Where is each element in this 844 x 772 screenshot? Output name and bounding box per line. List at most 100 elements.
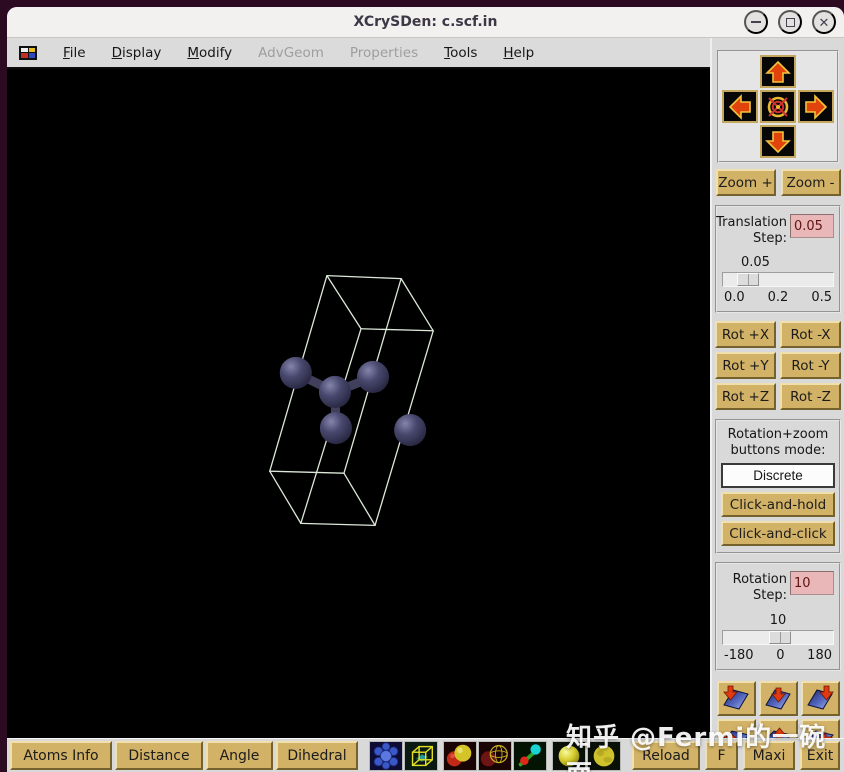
- crystal-structure-icon: [373, 741, 399, 770]
- close-button[interactable]: ✕: [812, 10, 836, 34]
- crystal-structure: [269, 274, 434, 527]
- rotation-scale-value: 10: [769, 612, 787, 628]
- rotation-slider-ticks: -180 0 180: [724, 647, 832, 663]
- reset-orientation-button[interactable]: [760, 90, 796, 123]
- rot-plus-x-button[interactable]: Rot +X: [715, 321, 776, 349]
- rot-minus-z-button[interactable]: Rot -Z: [780, 383, 841, 411]
- rot-minus-y-button[interactable]: Rot -Y: [780, 352, 841, 380]
- rotate-plane-minus-x-icon: [723, 730, 750, 738]
- rotate-plane-z-icon: [807, 685, 834, 710]
- translate-left-button[interactable]: [722, 90, 758, 123]
- control-panel: Zoom + Zoom - Translation Step: 0.05 0.0…: [710, 38, 844, 738]
- menu-help[interactable]: Help: [503, 45, 534, 61]
- rotation-buttons: Rot +X Rot -X Rot +Y Rot -Y Rot +Z Rot -…: [715, 321, 841, 411]
- rot-plus-z-button[interactable]: Rot +Z: [715, 383, 776, 411]
- render-canvas[interactable]: [7, 69, 710, 738]
- title-bar[interactable]: XCrySDen: c.scf.in ✕: [7, 7, 844, 38]
- rotation-plane-buttons: [716, 680, 840, 738]
- rotation-step-label: Rotation Step:: [732, 572, 787, 603]
- lighting-on-icon: [558, 745, 580, 766]
- display-mode-icons: [369, 740, 621, 771]
- menu-file[interactable]: File: [63, 45, 86, 61]
- maximize-canvas-button[interactable]: Maxi: [743, 741, 795, 770]
- menu-tools[interactable]: Tools: [444, 45, 477, 61]
- lighting-on-button[interactable]: [552, 740, 586, 771]
- translation-step-slider[interactable]: [722, 272, 834, 288]
- mode-frame: Rotation+zoom buttons mode: Discrete Cli…: [715, 419, 841, 555]
- translation-scale-value: 0.05: [741, 255, 770, 271]
- rot-plus-y-button[interactable]: Rot +Y: [715, 352, 776, 380]
- unit-cell-button[interactable]: [404, 740, 438, 771]
- rotation-step-frame: Rotation Step: 10 -180 0 180: [715, 562, 841, 671]
- zoom-out-button[interactable]: Zoom -: [780, 169, 841, 196]
- translation-slider-ticks: 0.0 0.2 0.5: [724, 290, 832, 306]
- dihedral-button[interactable]: Dihedral: [276, 741, 358, 770]
- spacefill-button[interactable]: [443, 740, 477, 771]
- rotation-slider-handle[interactable]: [769, 630, 791, 644]
- rotate-plane-minus-x-button[interactable]: [716, 718, 756, 738]
- window-controls: ✕: [744, 10, 836, 34]
- translation-arrow-pad: [717, 50, 839, 163]
- arrow-right-icon: [805, 93, 828, 120]
- angle-button[interactable]: Angle: [206, 741, 273, 770]
- xcrysden-window: XCrySDen: c.scf.in ✕ File Display Modify…: [7, 7, 844, 772]
- translate-up-button[interactable]: [760, 55, 796, 88]
- rotation-step-slider[interactable]: [722, 629, 834, 645]
- rot-minus-x-button[interactable]: Rot -X: [780, 321, 841, 349]
- ball-and-stick-icon: [518, 743, 541, 766]
- menu-display[interactable]: Display: [112, 45, 162, 61]
- arrow-left-icon: [728, 93, 751, 120]
- mode-label: Rotation+zoom buttons mode:: [727, 427, 829, 458]
- wireframe-sphere-button[interactable]: [478, 740, 512, 771]
- toolbar-right-buttons: Reload F Maxi Exit: [632, 741, 840, 770]
- desktop-background: XCrySDen: c.scf.in ✕ File Display Modify…: [0, 0, 844, 772]
- minimize-button[interactable]: [744, 10, 768, 34]
- rotate-plane-x-icon: [723, 685, 749, 710]
- rotate-plane-z-button[interactable]: [800, 680, 840, 716]
- reload-button[interactable]: Reload: [632, 741, 700, 770]
- xcrysden-logo-icon: [19, 45, 37, 60]
- translate-down-button[interactable]: [760, 125, 796, 158]
- menu-advgeom: AdvGeom: [258, 44, 324, 61]
- ball-and-stick-button[interactable]: [513, 740, 547, 771]
- arrow-down-icon: [765, 130, 791, 153]
- rotate-plane-y-button[interactable]: [758, 680, 798, 716]
- crystal-structure-button[interactable]: [369, 740, 403, 771]
- rotate-plane-minus-y-icon: [766, 727, 792, 738]
- rotate-plane-x-button[interactable]: [716, 680, 756, 716]
- rotate-plane-y-icon: [765, 687, 791, 710]
- spacefill-icon: [446, 744, 472, 766]
- rotate-plane-minus-y-button[interactable]: [758, 718, 798, 738]
- rotation-step-input[interactable]: [790, 571, 834, 596]
- translation-slider-handle[interactable]: [737, 273, 759, 287]
- exit-button[interactable]: Exit: [800, 741, 840, 770]
- unit-cell-icon: [411, 745, 433, 766]
- bottom-toolbar: Atoms Info Distance Angle Dihedral Reloa…: [7, 738, 844, 772]
- wireframe-sphere-icon: [480, 744, 508, 766]
- translate-right-button[interactable]: [798, 90, 834, 123]
- distance-button[interactable]: Distance: [115, 741, 203, 770]
- translation-step-label: Translation Step:: [716, 215, 787, 246]
- rotate-plane-minus-z-icon: [808, 730, 834, 738]
- window-title: XCrySDen: c.scf.in: [353, 14, 498, 30]
- rotate-plane-minus-z-button[interactable]: [800, 718, 840, 738]
- close-icon: ✕: [818, 14, 830, 30]
- menu-modify[interactable]: Modify: [187, 45, 232, 61]
- fullscreen-button[interactable]: F: [705, 741, 738, 770]
- arrow-up-icon: [765, 60, 791, 83]
- mode-click-and-click-button[interactable]: Click-and-click: [721, 521, 835, 547]
- translation-step-frame: Translation Step: 0.05 0.0 0.2 0.5: [715, 205, 841, 314]
- maximize-icon: [785, 17, 795, 27]
- menu-bar: File Display Modify AdvGeom Properties T…: [7, 38, 710, 69]
- lighting-off-button[interactable]: [587, 740, 621, 771]
- atoms-info-button[interactable]: Atoms Info: [10, 741, 112, 770]
- target-icon: [767, 96, 789, 117]
- zoom-in-button[interactable]: Zoom +: [715, 169, 776, 196]
- translation-step-input[interactable]: [790, 214, 834, 238]
- lighting-off-icon: [593, 745, 615, 766]
- mode-discrete-button[interactable]: Discrete: [721, 463, 835, 489]
- mode-click-and-hold-button[interactable]: Click-and-hold: [721, 492, 835, 518]
- minimize-icon: [751, 21, 761, 23]
- maximize-button[interactable]: [778, 10, 802, 34]
- menu-properties: Properties: [349, 44, 419, 61]
